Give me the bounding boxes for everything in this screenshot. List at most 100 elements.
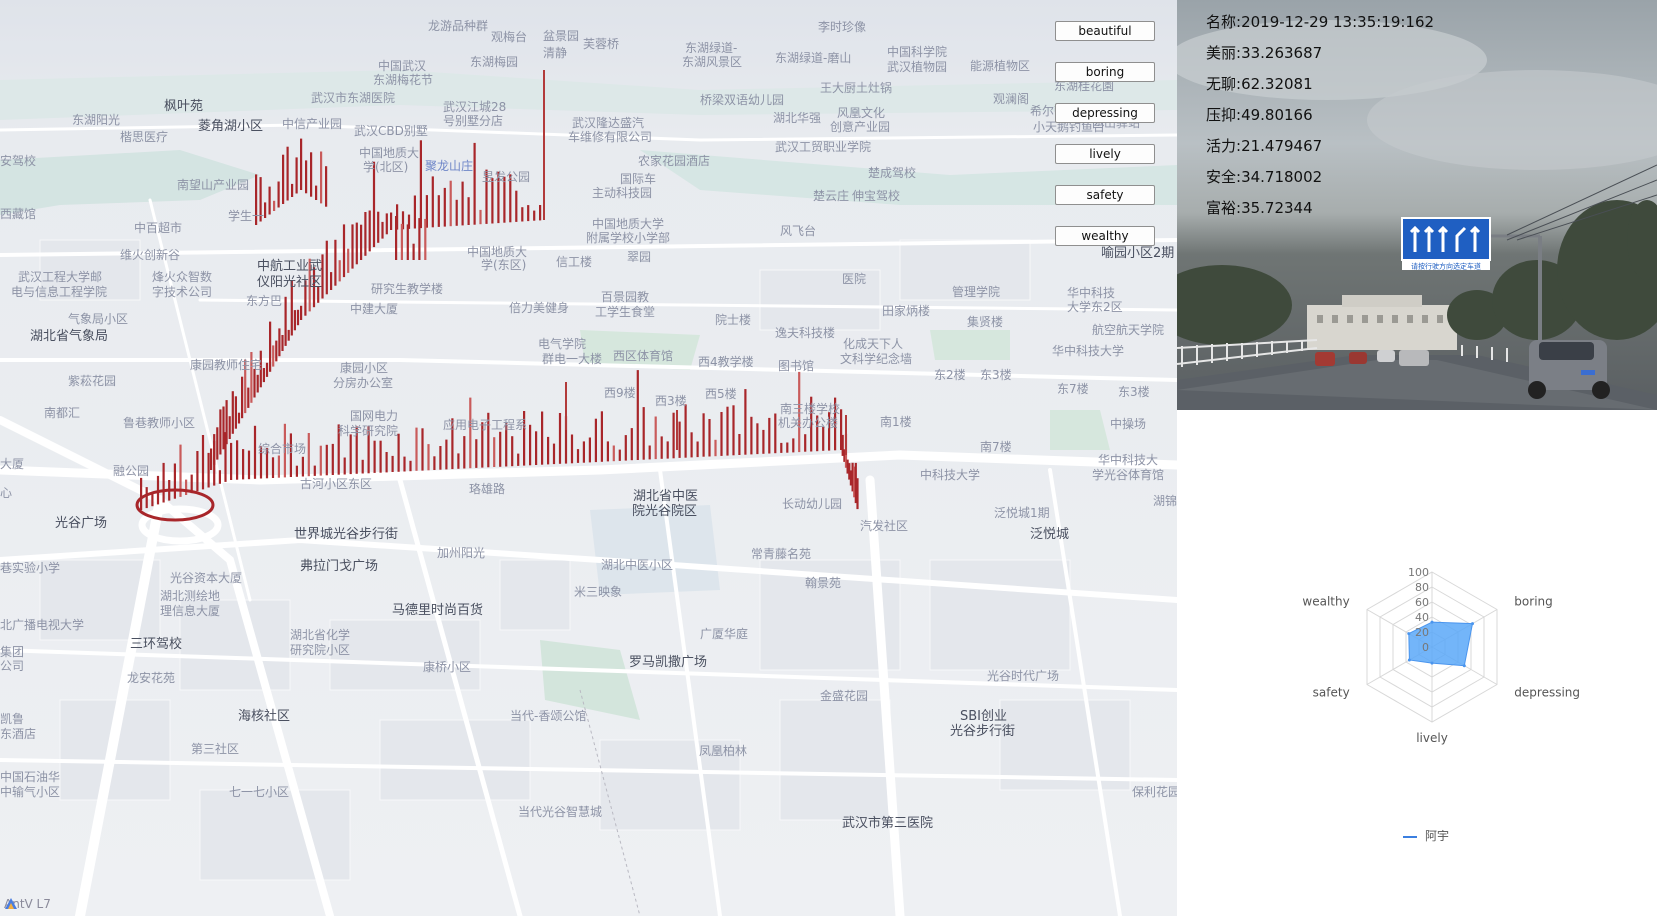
map-attribution: AntV L7 xyxy=(4,897,51,911)
trajectory-bar xyxy=(443,187,446,227)
trajectory-bar xyxy=(242,449,245,480)
map-place-label: 倍力美健身 xyxy=(509,301,570,315)
trajectory-bar xyxy=(412,243,415,260)
map-place-label: 院光谷院区 xyxy=(632,504,698,519)
boring-button[interactable]: boring xyxy=(1055,62,1155,82)
map-place-label: 南7楼 xyxy=(980,440,1012,454)
trajectory-bar xyxy=(543,70,545,220)
depressing-button[interactable]: depressing xyxy=(1055,103,1155,123)
trajectory-bar xyxy=(355,222,358,265)
info-value: 21.479467 xyxy=(1241,137,1323,155)
trajectory-bar xyxy=(247,450,251,480)
trajectory-bar xyxy=(237,412,241,424)
trajectory-bar xyxy=(173,463,176,499)
map-place-label: 楷思医疗 xyxy=(120,130,169,144)
trajectory-bar xyxy=(216,427,219,460)
info-row-name: 名称:2019-12-29 13:35:19:162 xyxy=(1206,12,1434,43)
trajectory-bar xyxy=(409,460,412,472)
legend-label: 阿宇 xyxy=(1425,829,1450,843)
trajectory-bar xyxy=(218,470,221,484)
trajectory-bar xyxy=(381,221,384,239)
map-place-label: 光谷资本大厦 xyxy=(170,571,243,585)
map-place-label: 翰景苑 xyxy=(805,576,842,590)
map-place-label: 三环驾校 xyxy=(130,637,183,652)
map-place-label: 附属学校小学部 xyxy=(586,231,671,245)
info-label: 压抑: xyxy=(1206,106,1242,124)
info-value: 2019-12-29 13:35:19:162 xyxy=(1241,13,1435,31)
trajectory-bar xyxy=(272,345,275,367)
trajectory-bar xyxy=(792,438,795,453)
map-place-label: 学光谷体育馆 xyxy=(1092,468,1165,482)
trajectory-bar xyxy=(210,448,213,470)
trajectory-bar xyxy=(281,335,284,351)
trajectory-bar xyxy=(630,428,633,461)
map-place-label: 枫叶苑 xyxy=(164,99,204,114)
trajectory-bar xyxy=(282,154,285,204)
map-place-label: 湖北省气象局 xyxy=(30,329,109,344)
map-place-label: 学(北区) xyxy=(363,160,409,174)
radar-point xyxy=(1471,622,1474,626)
map-place-label: 应用电子工程系 xyxy=(443,418,528,432)
wealthy-button[interactable]: wealthy xyxy=(1055,226,1155,246)
info-value: 49.80166 xyxy=(1241,106,1313,124)
trajectory-bar xyxy=(786,442,789,453)
map-place-label: 巷实验小学 xyxy=(0,561,61,575)
lively-button[interactable]: lively xyxy=(1055,144,1155,164)
map-place-label: 凤凰柏林 xyxy=(699,744,748,758)
trajectory-bar xyxy=(364,212,367,256)
map-place-label: 米三映象 xyxy=(574,585,623,599)
safety-button[interactable]: safety xyxy=(1055,185,1155,205)
trajectory-bar xyxy=(379,440,382,473)
map-place-label: 华中科技大学 xyxy=(1052,344,1125,358)
map-place-label: 创意产业园 xyxy=(830,120,891,134)
map-place-label: 华中科技 xyxy=(1067,286,1116,300)
radar-tick-label: 0 xyxy=(1422,641,1429,654)
trajectory-bar xyxy=(714,439,717,457)
map-place-label: 能源植物区 xyxy=(970,59,1031,73)
trajectory-bar xyxy=(196,451,199,492)
map-place-label: 航空航天学院 xyxy=(1092,323,1165,337)
trajectory-bar xyxy=(499,431,502,467)
trajectory-bar xyxy=(421,428,424,471)
map-place-label: 菱角湖小区 xyxy=(198,119,264,134)
map-view[interactable]: 龙游品种群 观梅台 盆景园 芙蓉桥 李时珍像 清静 东湖绿道- 东湖风景区 东湖绿道-磨山 中国科… xyxy=(0,0,1177,916)
info-value: 62.32081 xyxy=(1241,75,1313,93)
trajectory-bar xyxy=(330,272,333,290)
map-place-label: 东湖绿道- xyxy=(685,41,738,55)
map-place-label: 中国地质大学 xyxy=(592,217,665,231)
map-place-label: 号别墅分店 xyxy=(443,114,504,128)
radar-tick-label: 60 xyxy=(1415,596,1429,609)
map-place-label: 康园教师住宅 xyxy=(190,358,263,372)
map-place-label: 常青藤名苑 xyxy=(751,547,812,561)
map-place-label: 融公园 xyxy=(113,464,150,478)
trajectory-bar xyxy=(230,442,233,480)
trajectory-bar xyxy=(291,183,294,197)
radar-chart: 0 20 40 60 80 100 beautiful boring depressing liv… xyxy=(1302,560,1580,745)
info-value: 35.72344 xyxy=(1241,199,1313,217)
map-place-label: 光谷时代广场 xyxy=(987,669,1060,683)
radar-point xyxy=(1407,658,1411,662)
trajectory-bar xyxy=(547,436,550,465)
beautiful-button[interactable]: beautiful xyxy=(1055,21,1155,41)
trajectory-bar xyxy=(676,410,678,450)
trajectory-bar xyxy=(395,216,398,260)
map-place-label: 科学研究院 xyxy=(338,424,399,438)
trajectory-bar xyxy=(391,455,394,472)
radar-indicator-label: boring xyxy=(1514,595,1552,609)
map-place-label: 楚成驾校 xyxy=(868,166,917,180)
map-place-label: 管理学院 xyxy=(952,285,1001,299)
radar-point xyxy=(1407,632,1411,636)
trajectory-bar xyxy=(351,224,354,269)
metric-button-group: beautiful boring depressing lively safet… xyxy=(1055,21,1157,267)
trajectory-bar xyxy=(325,240,328,295)
map-place-label: 伸宝驾校 xyxy=(852,189,901,203)
trajectory-bar xyxy=(678,421,681,458)
map-place-label: 龙游品种群 xyxy=(428,19,489,33)
trajectory-bar xyxy=(342,224,346,278)
map-place-label: 中操场 xyxy=(1110,417,1147,431)
trajectory-bar xyxy=(479,209,482,225)
info-value: 34.718002 xyxy=(1241,168,1323,186)
trajectory-bar xyxy=(349,434,352,475)
radar-legend[interactable]: 阿宇 xyxy=(1403,827,1449,844)
map-place-label: 盆景园 xyxy=(543,29,580,43)
